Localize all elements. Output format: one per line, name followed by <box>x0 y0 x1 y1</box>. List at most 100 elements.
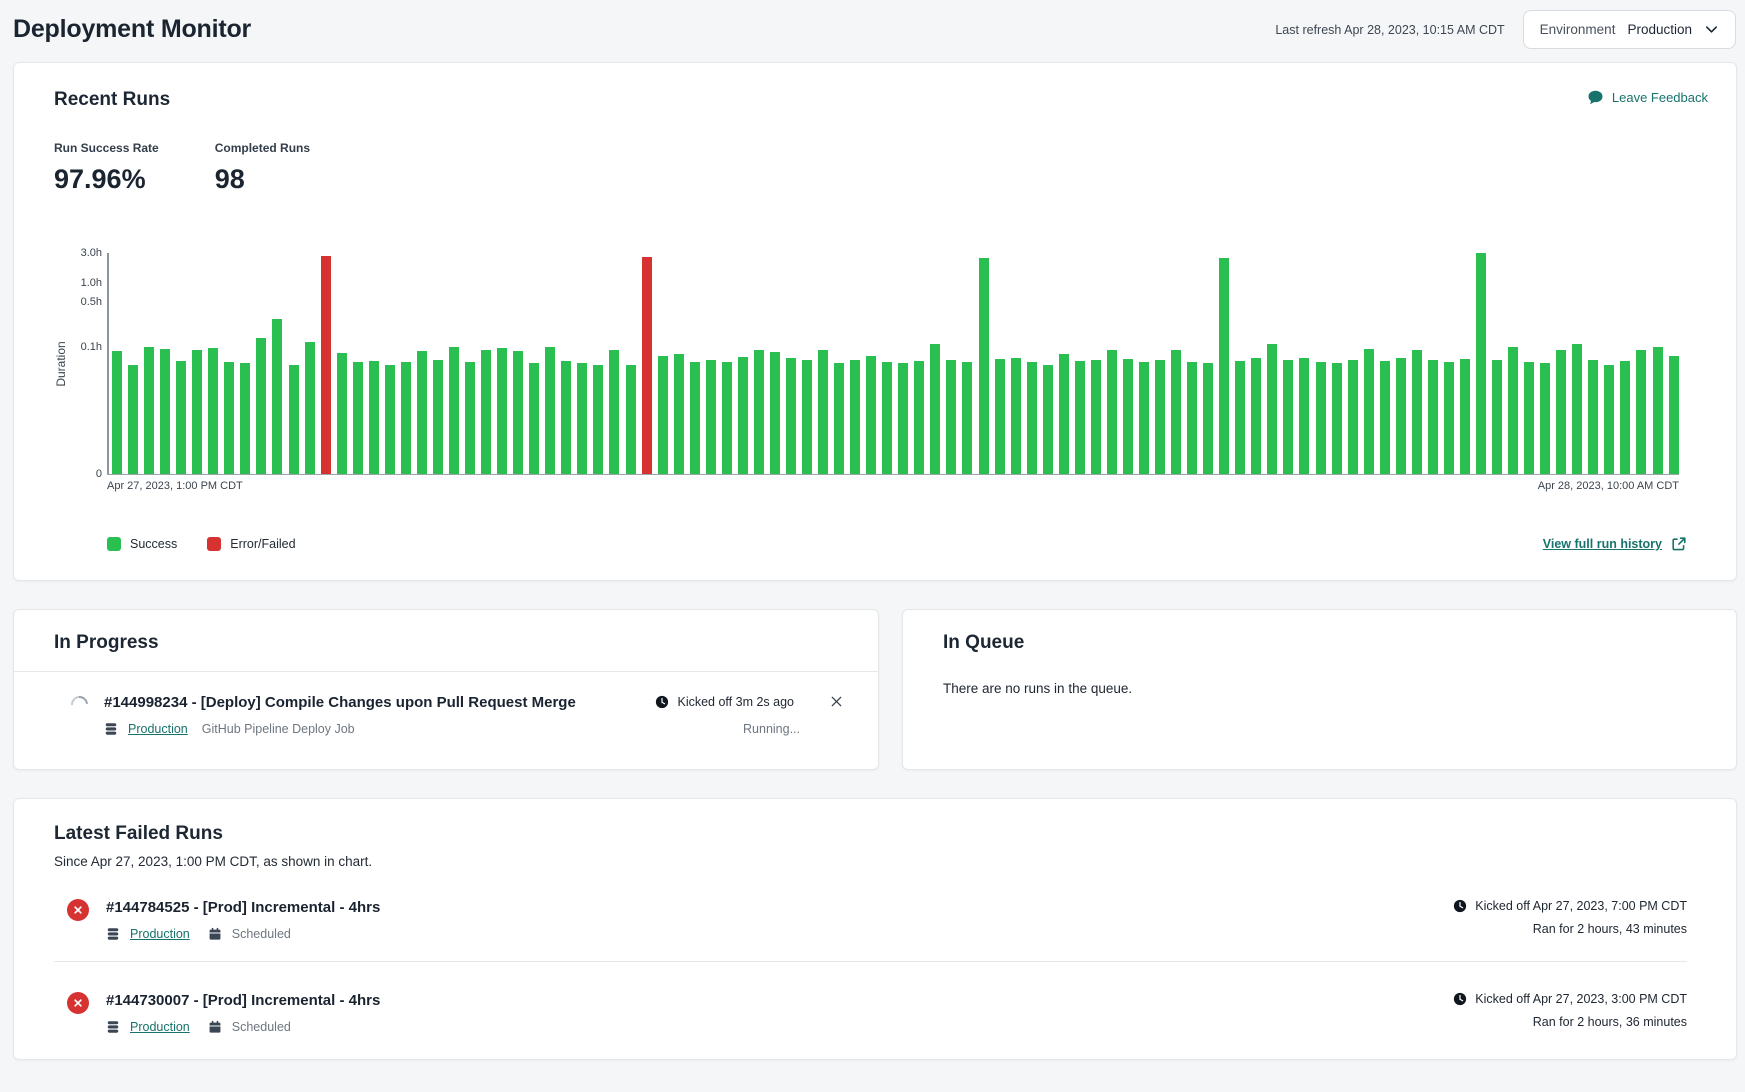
chart-bar-success[interactable] <box>995 359 1005 474</box>
chart-bar-success[interactable] <box>866 356 876 474</box>
chart-bar-success[interactable] <box>1636 350 1646 474</box>
chart-bar-success[interactable] <box>192 350 202 474</box>
chart-bar-success[interactable] <box>417 351 427 474</box>
chart-bar-success[interactable] <box>1428 360 1438 474</box>
chart-bar-success[interactable] <box>385 365 395 474</box>
chart-bar-success[interactable] <box>674 354 684 474</box>
chart-bar-success[interactable] <box>1556 350 1566 474</box>
chart-bar-success[interactable] <box>1123 359 1133 474</box>
chart-bar-success[interactable] <box>128 365 138 474</box>
chart-bar-success[interactable] <box>1011 358 1021 474</box>
view-full-run-history-link[interactable]: View full run history <box>1543 536 1687 552</box>
chart-bar-success[interactable] <box>481 350 491 474</box>
chart-bar-success[interactable] <box>1348 360 1358 474</box>
chart-bar-success[interactable] <box>1027 362 1037 474</box>
chart-bar-success[interactable] <box>802 360 812 474</box>
chart-bar-success[interactable] <box>1460 359 1470 474</box>
leave-feedback-link[interactable]: Leave Feedback <box>1587 89 1708 106</box>
chart-bar-success[interactable] <box>1316 362 1326 474</box>
in-progress-environment-link[interactable]: Production <box>128 722 188 736</box>
chart-bar-success[interactable] <box>529 363 539 474</box>
chart-bar-success[interactable] <box>930 344 940 474</box>
chart-bar-success[interactable] <box>593 365 603 474</box>
chart-bar-success[interactable] <box>353 362 363 474</box>
chart-bar-success[interactable] <box>658 356 668 474</box>
chart-bar-success[interactable] <box>305 342 315 474</box>
chart-bar-success[interactable] <box>465 362 475 474</box>
chart-bar-success[interactable] <box>208 348 218 474</box>
chart-bar-success[interactable] <box>1572 344 1582 474</box>
chart-bar-success[interactable] <box>1588 360 1598 474</box>
chart-bar-success[interactable] <box>1332 363 1342 474</box>
chart-bar-success[interactable] <box>1235 361 1245 474</box>
chart-bar-success[interactable] <box>401 362 411 474</box>
chart-bar-success[interactable] <box>144 347 154 474</box>
chart-bar-success[interactable] <box>1187 362 1197 474</box>
chart-bar-success[interactable] <box>1476 253 1486 474</box>
chart-bar-success[interactable] <box>1107 350 1117 474</box>
chart-bar-success[interactable] <box>1669 356 1679 474</box>
chart-bar-success[interactable] <box>513 351 523 474</box>
chart-bar-success[interactable] <box>786 358 796 474</box>
chart-bar-success[interactable] <box>1267 344 1277 474</box>
chart-bar-failed[interactable] <box>321 256 331 474</box>
chart-bar-success[interactable] <box>337 353 347 474</box>
chart-bar-success[interactable] <box>160 349 170 474</box>
chart-bar-success[interactable] <box>561 361 571 474</box>
chart-bar-success[interactable] <box>1396 358 1406 474</box>
chart-bar-success[interactable] <box>818 350 828 474</box>
chart-bar-success[interactable] <box>1299 358 1309 474</box>
chart-bar-success[interactable] <box>898 363 908 474</box>
chart-bar-success[interactable] <box>1380 361 1390 474</box>
chart-bar-success[interactable] <box>1139 362 1149 474</box>
chart-bar-success[interactable] <box>497 348 507 474</box>
chart-bar-success[interactable] <box>112 351 122 474</box>
chart-bar-success[interactable] <box>1251 358 1261 474</box>
chart-bar-success[interactable] <box>1283 360 1293 474</box>
chart-bar-success[interactable] <box>690 362 700 474</box>
chart-bar-success[interactable] <box>545 347 555 474</box>
chart-bar-success[interactable] <box>738 357 748 474</box>
chart-bar-success[interactable] <box>722 362 732 474</box>
chart-bar-success[interactable] <box>834 363 844 474</box>
chart-bar-success[interactable] <box>914 361 924 474</box>
chart-bar-success[interactable] <box>754 350 764 474</box>
failed-run-environment-link[interactable]: Production <box>130 927 190 941</box>
chart-bar-success[interactable] <box>1620 361 1630 474</box>
chart-bar-success[interactable] <box>289 365 299 474</box>
chart-bar-success[interactable] <box>1219 258 1229 475</box>
chart-bar-success[interactable] <box>1059 354 1069 474</box>
chart-bar-success[interactable] <box>1604 365 1614 474</box>
chart-bar-success[interactable] <box>706 360 716 474</box>
chart-bar-success[interactable] <box>1524 362 1534 474</box>
chart-bar-success[interactable] <box>224 362 234 474</box>
chart-bar-success[interactable] <box>433 360 443 474</box>
chart-bar-success[interactable] <box>962 362 972 474</box>
chart-bar-success[interactable] <box>1492 360 1502 474</box>
chart-bar-success[interactable] <box>369 361 379 474</box>
chart-bar-success[interactable] <box>176 361 186 474</box>
chart-bar-success[interactable] <box>1171 350 1181 474</box>
chart-bar-success[interactable] <box>1075 361 1085 474</box>
close-icon[interactable] <box>829 694 844 709</box>
chart-bar-success[interactable] <box>1203 363 1213 474</box>
chart-bar-success[interactable] <box>256 338 266 474</box>
chart-bar-success[interactable] <box>272 319 282 474</box>
chart-bar-success[interactable] <box>882 362 892 474</box>
chart-bar-success[interactable] <box>609 350 619 474</box>
chart-bar-success[interactable] <box>1043 365 1053 474</box>
chart-bar-success[interactable] <box>577 363 587 474</box>
environment-dropdown[interactable]: Environment Production <box>1523 10 1736 49</box>
chart-bar-success[interactable] <box>1091 360 1101 474</box>
chart-bar-success[interactable] <box>626 365 636 474</box>
chart-bar-success[interactable] <box>1540 363 1550 474</box>
failed-run-environment-link[interactable]: Production <box>130 1020 190 1034</box>
chart-bar-success[interactable] <box>1155 360 1165 474</box>
chart-bar-failed[interactable] <box>642 257 652 474</box>
chart-bar-success[interactable] <box>449 347 459 474</box>
chart-bar-success[interactable] <box>1508 347 1518 474</box>
chart-bar-success[interactable] <box>979 258 989 474</box>
chart-bar-success[interactable] <box>1412 350 1422 474</box>
chart-bar-success[interactable] <box>240 363 250 474</box>
chart-bar-success[interactable] <box>1364 349 1374 474</box>
